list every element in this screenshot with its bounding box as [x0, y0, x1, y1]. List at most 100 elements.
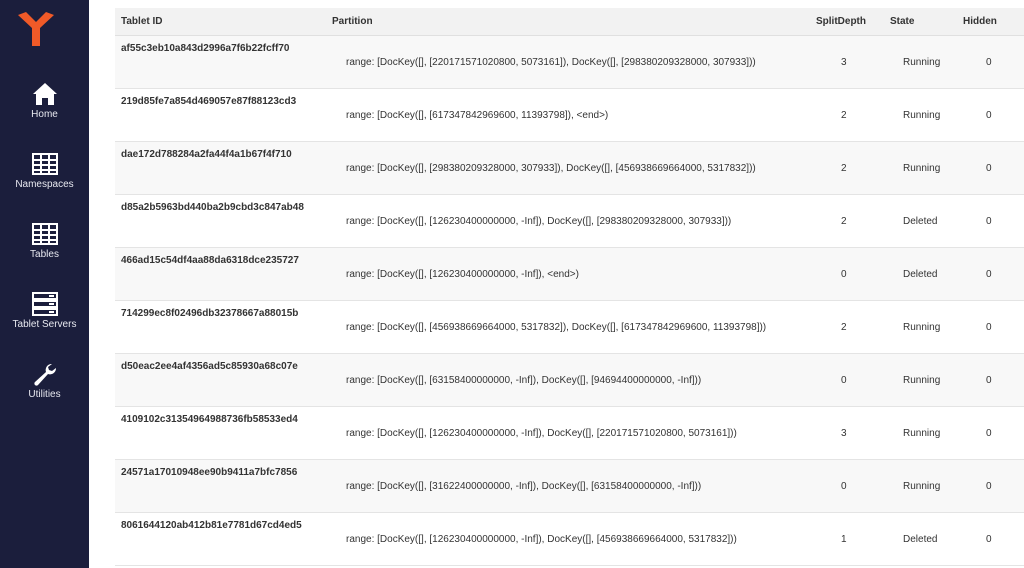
tablet-id-cell-text: af55c3eb10a843d2996a7f6b22fcff70: [121, 43, 290, 54]
tablet-id-cell-text: 466ad15c54df4aa88da6318dce235727: [121, 255, 299, 266]
tablet-id-cell-text: 219d85fe7a854d469057e87f88123cd3: [121, 96, 297, 107]
split-depth-cell: 3: [816, 35, 890, 89]
table-row: 24571a17010948ee90b9411a7bfc7856 range: […: [115, 459, 1024, 513]
tablet-id-cell: 8061644120ab412b81e7781d67cd4ed5: [115, 512, 332, 566]
yugabyte-logo[interactable]: [18, 12, 54, 46]
state-cell: Running: [890, 35, 963, 89]
partition-cell-text: range: [DocKey([], [298380209328000, 307…: [346, 163, 756, 174]
tablet-id-cell: 714299ec8f02496db32378667a88015b: [115, 300, 332, 354]
partition-cell: range: [DocKey([], [126230400000000, -In…: [332, 406, 816, 460]
table-icon: [31, 153, 58, 175]
column-header-state[interactable]: State: [890, 8, 963, 36]
split-depth-cell-text: 2: [841, 163, 847, 174]
partition-cell: range: [DocKey([], [220171571020800, 507…: [332, 35, 816, 89]
tablet-id-cell: 4109102c31354964988736fb58533ed4: [115, 406, 332, 460]
split-depth-cell-text: 0: [841, 481, 847, 492]
hidden-cell-text: 0: [986, 322, 992, 333]
hidden-cell: 0: [963, 300, 1024, 354]
tablet-id-cell-text: d50eac2ee4af4356ad5c85930a68c07e: [121, 361, 298, 372]
hidden-cell: 0: [963, 353, 1024, 407]
state-cell-text: Running: [903, 57, 941, 68]
tablet-id-cell: 219d85fe7a854d469057e87f88123cd3: [115, 88, 332, 142]
nav-item-namespaces[interactable]: Namespaces: [0, 152, 89, 190]
tablet-id-cell: 466ad15c54df4aa88da6318dce235727: [115, 247, 332, 301]
partition-cell-text: range: [DocKey([], [126230400000000, -In…: [346, 216, 732, 227]
hidden-cell-text: 0: [986, 534, 992, 545]
hidden-cell: 0: [963, 512, 1024, 566]
tablet-id-cell: dae172d788284a2fa44f4a1b67f4f710: [115, 141, 332, 195]
tablet-id-cell-text: 8061644120ab412b81e7781d67cd4ed5: [121, 520, 302, 531]
column-header-hidden[interactable]: Hidden: [963, 8, 1024, 36]
state-cell: Running: [890, 406, 963, 460]
partition-cell-text: range: [DocKey([], [220171571020800, 507…: [346, 57, 756, 68]
state-cell-text: Running: [903, 428, 941, 439]
home-icon: [32, 83, 57, 105]
hidden-cell-text: 0: [986, 375, 992, 386]
table-row: 219d85fe7a854d469057e87f88123cd3 range: […: [115, 88, 1024, 142]
partition-cell-text: range: [DocKey([], [617347842969600, 113…: [346, 110, 609, 121]
tablet-id-cell-text: 4109102c31354964988736fb58533ed4: [121, 414, 298, 425]
hidden-cell-text: 0: [986, 216, 992, 227]
nav-item-utilities[interactable]: Utilities: [0, 362, 89, 400]
state-cell: Running: [890, 353, 963, 407]
table-row: 4109102c31354964988736fb58533ed4 range: […: [115, 406, 1024, 460]
partition-cell: range: [DocKey([], [63158400000000, -Inf…: [332, 353, 816, 407]
column-header-tablet-id[interactable]: Tablet ID: [115, 8, 332, 36]
state-cell-text: Running: [903, 163, 941, 174]
state-cell-text: Deleted: [903, 216, 938, 227]
nav-label-home: Home: [31, 109, 58, 120]
hidden-cell: 0: [963, 247, 1024, 301]
sidebar: Home Namespaces Tables Tablet Servers Ut…: [0, 0, 89, 568]
state-cell: Deleted: [890, 247, 963, 301]
split-depth-cell-text: 3: [841, 57, 847, 68]
split-depth-cell-text: 0: [841, 375, 847, 386]
state-cell: Running: [890, 141, 963, 195]
nav-label-utilities: Utilities: [28, 389, 61, 400]
state-cell-text: Running: [903, 375, 941, 386]
split-depth-cell: 2: [816, 194, 890, 248]
split-depth-cell: 1: [816, 512, 890, 566]
table-row: d50eac2ee4af4356ad5c85930a68c07e range: […: [115, 353, 1024, 407]
state-cell-text: Deleted: [903, 269, 938, 280]
split-depth-cell: 0: [816, 459, 890, 513]
table-icon: [31, 223, 58, 245]
column-header-partition[interactable]: Partition: [332, 8, 816, 36]
hidden-cell: 0: [963, 194, 1024, 248]
tablet-id-cell: af55c3eb10a843d2996a7f6b22fcff70: [115, 35, 332, 89]
partition-cell-text: range: [DocKey([], [126230400000000, -In…: [346, 269, 579, 280]
partition-cell: range: [DocKey([], [126230400000000, -In…: [332, 194, 816, 248]
split-depth-cell: 3: [816, 406, 890, 460]
table-row: 714299ec8f02496db32378667a88015b range: […: [115, 300, 1024, 354]
table-row: 8061644120ab412b81e7781d67cd4ed5 range: […: [115, 512, 1024, 566]
split-depth-cell-text: 3: [841, 428, 847, 439]
partition-cell-text: range: [DocKey([], [126230400000000, -In…: [346, 428, 737, 439]
nav-item-tables[interactable]: Tables: [0, 222, 89, 260]
nav-label-tablet-servers: Tablet Servers: [12, 319, 77, 330]
hidden-cell-text: 0: [986, 481, 992, 492]
state-cell: Running: [890, 88, 963, 142]
state-cell-text: Running: [903, 322, 941, 333]
nav-item-home[interactable]: Home: [0, 82, 89, 120]
split-depth-cell-text: 2: [841, 216, 847, 227]
hidden-cell-text: 0: [986, 57, 992, 68]
split-depth-cell: 2: [816, 88, 890, 142]
hidden-cell: 0: [963, 406, 1024, 460]
partition-cell: range: [DocKey([], [31622400000000, -Inf…: [332, 459, 816, 513]
state-cell: Deleted: [890, 512, 963, 566]
split-depth-cell: 0: [816, 353, 890, 407]
column-header-split-depth[interactable]: SplitDepth: [816, 8, 890, 36]
nav-item-tablet-servers[interactable]: Tablet Servers: [0, 292, 89, 330]
table-row: 466ad15c54df4aa88da6318dce235727 range: […: [115, 247, 1024, 301]
partition-cell: range: [DocKey([], [456938669664000, 531…: [332, 300, 816, 354]
split-depth-cell: 0: [816, 247, 890, 301]
hidden-cell-text: 0: [986, 163, 992, 174]
tablets-panel: Tablet ID Partition SplitDepth State Hid…: [115, 8, 1024, 566]
hidden-cell: 0: [963, 35, 1024, 89]
hidden-cell: 0: [963, 141, 1024, 195]
nav-label-tables: Tables: [30, 249, 59, 260]
partition-cell-text: range: [DocKey([], [456938669664000, 531…: [346, 322, 767, 333]
tablet-id-cell-text: d85a2b5963bd440ba2b9cbd3c847ab48: [121, 202, 304, 213]
partition-cell: range: [DocKey([], [126230400000000, -In…: [332, 512, 816, 566]
split-depth-cell-text: 2: [841, 110, 847, 121]
hidden-cell: 0: [963, 88, 1024, 142]
